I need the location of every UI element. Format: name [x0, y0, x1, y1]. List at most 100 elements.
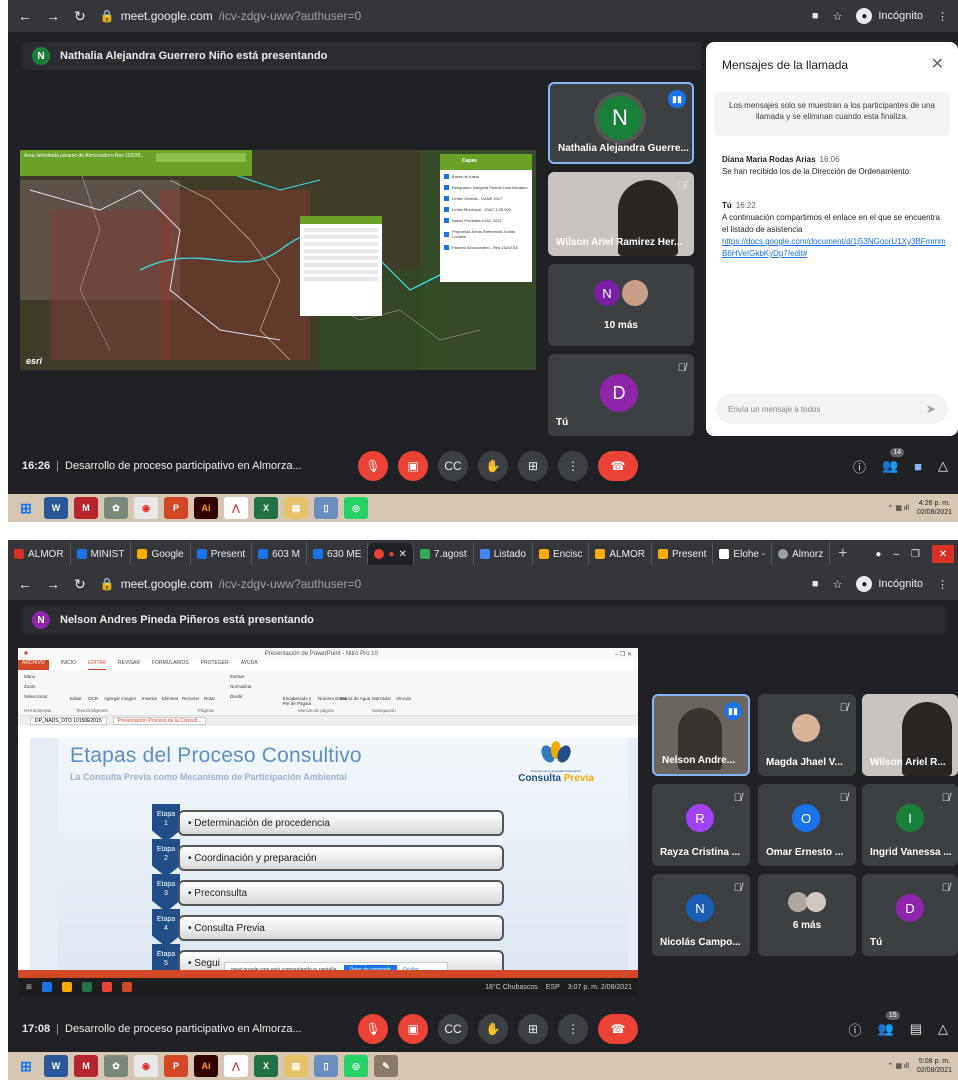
- powerpoint-icon[interactable]: P: [164, 1055, 188, 1077]
- browser-tab[interactable]: 630 ME: [307, 543, 369, 565]
- layer-item[interactable]: Propuesta Áreas Referencia Juntas Locale…: [444, 229, 528, 239]
- minimize-icon[interactable]: –: [893, 549, 899, 560]
- app-icon[interactable]: ✿: [104, 1055, 128, 1077]
- forward-icon[interactable]: →: [46, 576, 60, 592]
- layer-item[interactable]: Páramo Almorzadero - Res 152/2016: [444, 245, 528, 250]
- ribbon-tab-formularios[interactable]: FORMULARIOS: [152, 660, 189, 670]
- windows-start-icon[interactable]: ⊞: [14, 1055, 38, 1077]
- window-close-icon[interactable]: ✕: [932, 545, 954, 563]
- incognito-indicator[interactable]: ● Incógnito: [856, 8, 923, 24]
- browser-tab[interactable]: Present: [652, 543, 714, 565]
- document-tab[interactable]: DP_NADS_DTO 10150E2015: [30, 717, 107, 725]
- more-options-button[interactable]: ⋮: [558, 1014, 588, 1044]
- ribbon-button[interactable]: Vínculo: [396, 696, 411, 701]
- url-field[interactable]: 🔒 meet.google.com/icv-zdgv-uww?authuser=…: [100, 577, 361, 591]
- captions-button[interactable]: CC: [438, 1014, 468, 1044]
- mic-toggle-button[interactable]: 🎙: [358, 1014, 388, 1044]
- chat-icon[interactable]: ■: [914, 459, 922, 474]
- participant-tile-self[interactable]: D 🎙̸ Tú: [548, 354, 694, 436]
- participant-tile[interactable]: N 🎙̸ Nicolás Campo...: [652, 874, 750, 956]
- app-icon[interactable]: M: [74, 497, 98, 519]
- chrome-icon[interactable]: ◉: [134, 1055, 158, 1077]
- ribbon-tab-inicio[interactable]: INICIO: [61, 660, 76, 670]
- participant-tile[interactable]: ▮▮ Nelson Andre...: [652, 694, 750, 776]
- forward-icon[interactable]: →: [46, 8, 60, 24]
- ribbon-button[interactable]: Mano: [24, 674, 35, 679]
- activities-icon[interactable]: △: [938, 458, 948, 474]
- layer-item[interactable]: Áreas de trasla: [444, 174, 528, 179]
- people-button[interactable]: 👥 14: [882, 448, 905, 474]
- system-clock[interactable]: 5:08 p. m. 02/08/2021: [917, 1057, 952, 1075]
- whatsapp-icon[interactable]: ◎: [344, 1055, 368, 1077]
- back-icon[interactable]: ←: [18, 576, 32, 592]
- message-link[interactable]: https://docs.google.com/document/d/1j53N…: [722, 236, 948, 260]
- ribbon-button[interactable]: Editar: [70, 696, 82, 701]
- participant-tile[interactable]: I 🎙̸ Ingrid Vanessa ...: [862, 784, 958, 866]
- ribbon-tab-ayuda[interactable]: AYUDA: [241, 660, 258, 670]
- info-icon[interactable]: ⓘ: [849, 1020, 862, 1039]
- ribbon-button[interactable]: Normalizar: [230, 684, 252, 689]
- ribbon-button[interactable]: Zoom: [24, 684, 36, 689]
- tray-icons[interactable]: ⌃ ▦ ıll: [888, 504, 909, 512]
- ribbon-button[interactable]: OCR: [88, 696, 98, 701]
- whatsapp-icon[interactable]: ◎: [344, 497, 368, 519]
- camera-icon[interactable]: ■: [812, 10, 819, 22]
- ribbon-button[interactable]: Recortar: [182, 696, 199, 701]
- activities-icon[interactable]: △: [938, 1021, 948, 1037]
- camera-icon[interactable]: ■: [812, 578, 819, 590]
- browser-tab[interactable]: Encisc: [533, 543, 590, 565]
- document-tab-active[interactable]: Presentación Proceso de la Consult...: [112, 717, 207, 725]
- participant-tile[interactable]: O 🎙̸ Omar Ernesto ...: [758, 784, 856, 866]
- browser-tab[interactable]: Listado: [474, 543, 533, 565]
- browser-tab-active[interactable]: ● ✕: [368, 543, 414, 565]
- app-icon[interactable]: M: [74, 1055, 98, 1077]
- star-icon[interactable]: ☆: [832, 10, 842, 23]
- menu-icon[interactable]: ⋮: [937, 10, 948, 23]
- leave-call-button[interactable]: ☎: [598, 451, 638, 481]
- ribbon-button[interactable]: Dividir: [230, 694, 243, 699]
- participant-tile-nathalia[interactable]: N ▮▮ Nathalia Alejandra Guerre...: [548, 82, 694, 164]
- explorer-icon[interactable]: ▤: [284, 497, 308, 519]
- participant-tile[interactable]: R 🎙̸ Rayza Cristina ...: [652, 784, 750, 866]
- maximize-icon[interactable]: ❐: [911, 549, 920, 560]
- mic-toggle-button[interactable]: 🎙: [358, 451, 388, 481]
- browser-tab[interactable]: Elohe -: [713, 543, 773, 565]
- word-icon[interactable]: W: [44, 497, 68, 519]
- people-button[interactable]: 👥 15: [878, 1011, 900, 1037]
- layer-item[interactable]: Límite Veredal - DANE 2017: [444, 196, 528, 201]
- layer-item[interactable]: Bases Prediales IGAC 2021: [444, 218, 528, 223]
- acrobat-icon[interactable]: ⋀: [224, 497, 248, 519]
- menu-icon[interactable]: ⋮: [937, 578, 948, 591]
- chat-input[interactable]: Envía un mensaje a todos ➤: [716, 394, 948, 424]
- url-field[interactable]: 🔒 meet.google.com/icv-zdgv-uww?authuser=…: [100, 9, 361, 23]
- layer-item[interactable]: Resguardo Indígena Pueblo Uwa tributario: [444, 185, 528, 190]
- word-icon[interactable]: W: [44, 1055, 68, 1077]
- back-icon[interactable]: ←: [18, 8, 32, 24]
- browser-tab[interactable]: MINIST: [71, 543, 132, 565]
- send-icon[interactable]: ➤: [926, 402, 936, 416]
- map-search-input[interactable]: [156, 153, 246, 162]
- illustrator-icon[interactable]: Ai: [194, 497, 218, 519]
- more-options-button[interactable]: ⋮: [558, 451, 588, 481]
- participant-tile-wilson[interactable]: 🎙̸ Wilson Ariel Ramirez Her...: [548, 172, 694, 256]
- participant-tile-self[interactable]: D 🎙̸ Tú: [862, 874, 958, 956]
- raise-hand-button[interactable]: ✋: [478, 451, 508, 481]
- camera-toggle-button[interactable]: ▣: [398, 1014, 428, 1044]
- powerpoint-icon[interactable]: P: [164, 497, 188, 519]
- app-icon[interactable]: ✿: [104, 497, 128, 519]
- browser-tab[interactable]: ALMOR: [8, 543, 71, 565]
- ribbon-button[interactable]: Insertar: [142, 696, 157, 701]
- browser-tab[interactable]: Present: [191, 543, 253, 565]
- browser-tab[interactable]: Google: [131, 543, 191, 565]
- participant-tile-more[interactable]: N 10 más: [548, 264, 694, 346]
- layer-item[interactable]: Límite Municipal - IGAC 1:25.000: [444, 207, 528, 212]
- tray-icons[interactable]: ⌃ ▦ ıll: [888, 1062, 909, 1070]
- star-icon[interactable]: ☆: [832, 578, 842, 591]
- ribbon-button[interactable]: Seleccionar: [24, 694, 48, 699]
- browser-tab[interactable]: Almorz: [772, 543, 831, 565]
- camera-toggle-button[interactable]: ▣: [398, 451, 428, 481]
- leave-call-button[interactable]: ☎: [598, 1014, 638, 1044]
- profile-icon[interactable]: ●: [875, 549, 881, 560]
- system-clock[interactable]: 4:26 p. m. 02/08/2021: [917, 499, 952, 517]
- ribbon-button[interactable]: Encabezado y Pie de Página: [280, 696, 314, 706]
